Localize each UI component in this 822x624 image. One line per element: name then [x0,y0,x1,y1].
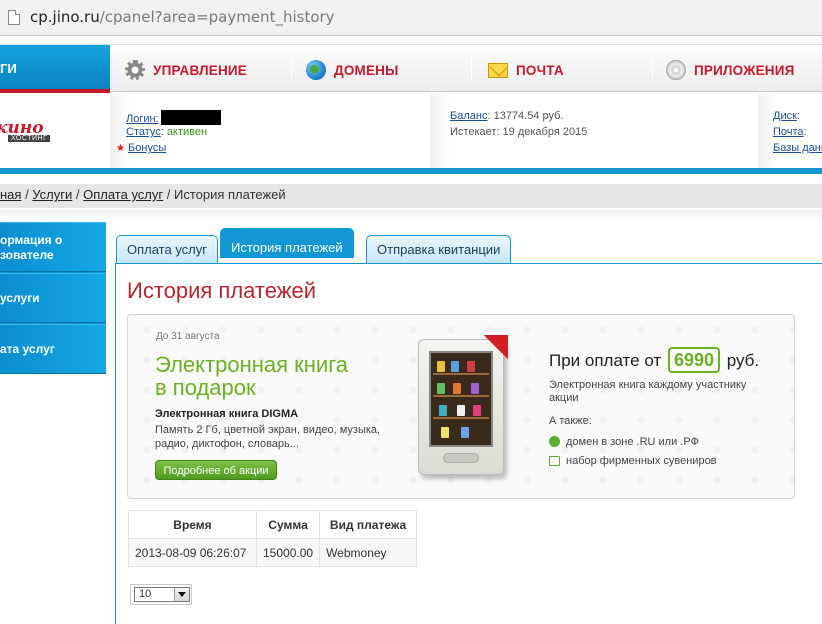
breadcrumb-services[interactable]: Услуги [32,187,72,202]
balance-row: Баланс: 13774.54 руб. [450,110,564,122]
globe-icon [549,436,560,447]
cell-amount: 15000.00 [255,538,321,567]
disk-row: Диск: [773,110,800,122]
promo-product-name: Электронная книга DIGMA [155,408,299,420]
tab-send-receipt[interactable]: Отправка квитанции [366,235,512,264]
ebook-image [418,335,508,475]
sidebar-item-user-info[interactable]: ормация о зователе [0,222,106,272]
promo-banner[interactable]: До 31 августа Электронная книга в подаро… [127,314,795,499]
promo-also-label: А также: [549,415,592,427]
page-icon [8,10,20,25]
promo-headline: Электронная книга в подарок [155,352,348,400]
nav-item-mail[interactable]: ПОЧТА [488,59,564,81]
column-header-amount[interactable]: Сумма [255,510,321,539]
promo-date: До 31 августа [156,331,220,342]
expires-value: 19 декабря 2015 [502,126,588,138]
payments-table: Время Сумма Вид платежа 2013-08-09 06:26… [128,510,418,567]
nav-item-apps[interactable]: ПРИЛОЖЕНИЯ [666,59,795,81]
page-size-value: 10 [139,588,152,600]
nav-separator [652,57,653,81]
db-link[interactable]: Базы данн [773,142,822,154]
mail-row: Почта: [773,126,807,138]
mail-icon [488,62,508,78]
breadcrumb-payment[interactable]: Оплата услуг [83,187,163,202]
more-info-button[interactable]: Подробнее об акции [155,460,277,480]
tab-payment-history[interactable]: История платежей [220,228,354,258]
account-info [0,94,822,168]
promo-product-desc: Память 2 Гб, цветной экран, видео, музык… [155,424,381,450]
star-icon: ★ [116,143,125,154]
redacted-login [160,110,221,125]
page-title: История платежей [127,278,316,303]
gear-icon [125,60,145,80]
login-link[interactable]: Логин: [126,113,159,125]
nav-item-active[interactable]: ГИ [0,45,110,93]
column-header-time[interactable]: Время [128,510,257,539]
breadcrumb-home[interactable]: ная [0,187,21,202]
status-value: активен [166,126,208,138]
status-link[interactable]: Статус [126,126,161,138]
bag-icon [549,456,560,466]
status-row: Статус: активен [126,126,208,138]
cell-time: 2013-08-09 06:26:07 [128,538,257,567]
nav-item-manage[interactable]: УПРАВЛЕНИЕ [125,59,247,81]
disc-icon [666,60,686,80]
nav-item-domains[interactable]: ДОМЕНЫ [306,59,399,81]
globe-icon [306,60,326,80]
balance-value: 13774.54 руб. [493,110,564,122]
mail-link[interactable]: Почта [773,126,804,138]
bonus-row: ★ Бонусы [116,142,166,154]
expires-row: Истекает: 19 декабря 2015 [450,126,587,138]
balance-link[interactable]: Баланс [450,110,487,122]
jino-logo[interactable]: кино ХОСТИНГ [0,118,58,148]
breadcrumb: ная / Услуги / Оплата услуг / История пл… [0,184,822,208]
sidebar-item-payment[interactable]: ата услуг [0,324,106,374]
tab-payment[interactable]: Оплата услуг [116,235,219,264]
table-row: 2013-08-09 06:26:07 15000.00 Webmoney [128,538,418,567]
sidebar: ормация о зователе услуги ата услуг [0,222,106,374]
chevron-down-icon[interactable] [174,588,189,601]
expires-label: Истекает: [450,126,500,138]
bonus-link[interactable]: Бонусы [128,142,166,154]
column-header-type[interactable]: Вид платежа [319,510,418,539]
sidebar-item-services[interactable]: услуги [0,273,106,323]
page-size-select[interactable]: 10 [130,584,192,605]
disk-link[interactable]: Диск [773,110,797,122]
cell-type: Webmoney [319,538,418,567]
address-bar[interactable]: cp.jino.ru/cpanel?area=payment_history [0,0,822,36]
promo-option-domain: домен в зоне .RU или .РФ [549,436,699,448]
promo-price: При оплате от 6990 руб. [549,347,759,373]
login-row: Логин: [126,110,221,125]
blue-divider [0,168,822,174]
promo-gift-text: Электронная книга каждому участнику акци… [549,379,747,404]
nav-separator [471,57,472,81]
breadcrumb-current: История платежей [173,187,286,202]
promo-option-souvenirs: набор фирменных сувениров [549,455,717,467]
top-nav: ГИ УПРАВЛЕНИЕ ДОМЕНЫ ПОЧТА ПРИЛОЖЕНИЯ [0,44,822,93]
table-header-row: Время Сумма Вид платежа [128,510,418,539]
db-row: Базы данн [773,142,822,154]
url-text[interactable]: cp.jino.ru/cpanel?area=payment_history [30,8,335,26]
nav-separator [291,57,292,81]
